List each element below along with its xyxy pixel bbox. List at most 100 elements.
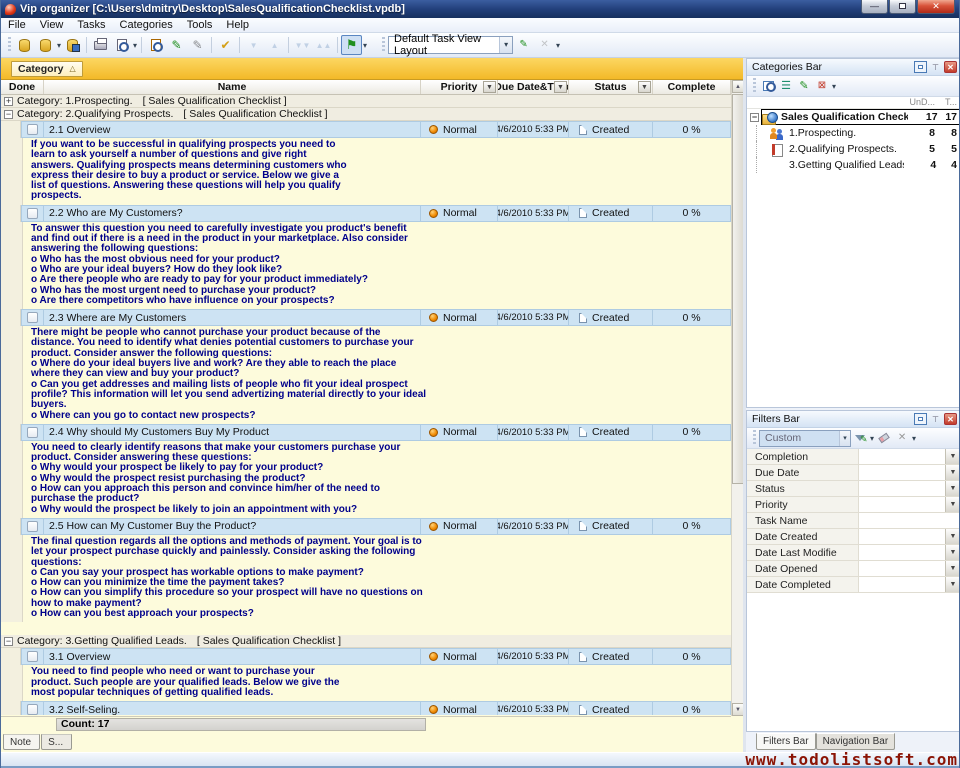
- category-tree-item[interactable]: 1.Prospecting.88: [747, 125, 960, 141]
- filter-dropdown-icon[interactable]: ▼: [945, 497, 960, 512]
- edit-task-button[interactable]: ✎: [166, 35, 187, 55]
- panel-restore-button[interactable]: [914, 61, 927, 73]
- view-dropdown[interactable]: ▾: [362, 41, 368, 50]
- column-filter-dropdown-icon[interactable]: ▼: [638, 81, 651, 93]
- category-group-row[interactable]: −Category: 2.Qualifying Prospects.[ Sale…: [1, 108, 731, 121]
- panel-tab-navigation-bar[interactable]: Navigation Bar: [816, 733, 896, 750]
- task-due-cell[interactable]: 4/6/2010 5:33 PM: [498, 701, 569, 715]
- note-tab-s[interactable]: S...: [41, 734, 72, 750]
- move-down-button[interactable]: ▼: [243, 35, 264, 55]
- column-filter-dropdown-icon[interactable]: ▼: [483, 81, 496, 93]
- task-row[interactable]: 2.4 Why should My Customers Buy My Produ…: [1, 424, 731, 441]
- filter-dropdown-icon[interactable]: ▼: [945, 465, 960, 480]
- task-done-cell[interactable]: [21, 701, 44, 715]
- task-done-checkbox[interactable]: [27, 704, 38, 715]
- task-due-cell[interactable]: 4/6/2010 5:33 PM: [498, 648, 569, 665]
- column-filter-dropdown-icon[interactable]: ▼: [554, 81, 567, 93]
- task-done-cell[interactable]: [21, 205, 44, 222]
- toolbar-drag-handle[interactable]: [753, 78, 756, 94]
- task-done-checkbox[interactable]: [27, 427, 38, 438]
- column-header-due-date-time[interactable]: Due Date&Time▼: [498, 80, 569, 94]
- menu-item-categories[interactable]: Categories: [113, 18, 180, 33]
- customize-view-button[interactable]: ✎: [513, 35, 534, 55]
- move-bottom-button[interactable]: ▼▼: [292, 35, 313, 55]
- task-due-cell[interactable]: 4/6/2010 5:33 PM: [498, 205, 569, 222]
- move-top-button[interactable]: ▲▲: [313, 35, 334, 55]
- task-status-cell[interactable]: Created: [569, 701, 653, 715]
- menu-item-view[interactable]: View: [33, 18, 71, 33]
- task-priority-cell[interactable]: Normal: [421, 309, 498, 326]
- filter-dropdown-icon[interactable]: ▼: [945, 545, 960, 560]
- filter-value-input[interactable]: [859, 529, 945, 544]
- toolbar-drag-handle[interactable]: [382, 37, 385, 53]
- task-complete-cell[interactable]: 0 %: [653, 648, 731, 665]
- toolbar-drag-handle[interactable]: [8, 37, 11, 53]
- open-database-button[interactable]: [35, 35, 56, 55]
- column-header-status[interactable]: Status▼: [569, 80, 653, 94]
- filter-dropdown-icon[interactable]: ▼: [945, 481, 960, 496]
- column-header-complete[interactable]: Complete: [653, 80, 731, 94]
- filter-dropdown-icon[interactable]: ▼: [945, 529, 960, 544]
- minimize-button[interactable]: —: [861, 0, 888, 14]
- task-row[interactable]: 3.2 Self-Seling.Normal4/6/2010 5:33 PMCr…: [1, 701, 731, 715]
- filter-dropdown-icon[interactable]: ▼: [945, 561, 960, 576]
- panel-pin-button[interactable]: ⊤: [929, 413, 942, 425]
- column-header-name[interactable]: Name: [44, 80, 421, 94]
- print-button[interactable]: [90, 35, 111, 55]
- edit-category-button[interactable]: ✎: [795, 78, 813, 94]
- filter-preset-arrow-icon[interactable]: ▾: [839, 431, 850, 446]
- task-priority-cell[interactable]: Normal: [421, 205, 498, 222]
- save-database-button[interactable]: [62, 35, 83, 55]
- group-by-category-button[interactable]: Category △: [11, 61, 83, 77]
- grid-vertical-scrollbar[interactable]: ▲ ▼: [731, 80, 743, 716]
- task-name-cell[interactable]: 2.4 Why should My Customers Buy My Produ…: [44, 424, 421, 441]
- toolbar-overflow-dropdown[interactable]: ▾: [555, 41, 561, 50]
- task-name-cell[interactable]: 3.1 Overview: [44, 648, 421, 665]
- menu-item-file[interactable]: File: [1, 18, 33, 33]
- panel-tab-filters-bar[interactable]: Filters Bar: [756, 733, 816, 750]
- category-tree-item[interactable]: −Sales Qualification Checklist1717: [747, 109, 960, 125]
- task-priority-cell[interactable]: Normal: [421, 424, 498, 441]
- category-group-row[interactable]: −Category: 3.Getting Qualified Leads.[ S…: [1, 635, 731, 648]
- task-due-cell[interactable]: 4/6/2010 5:33 PM: [498, 309, 569, 326]
- filter-preset-combo[interactable]: Custom ▾: [759, 430, 851, 447]
- filter-value-input[interactable]: [859, 449, 945, 464]
- task-name-cell[interactable]: 2.3 Where are My Customers: [44, 309, 421, 326]
- task-status-cell[interactable]: Created: [569, 309, 653, 326]
- panel-restore-button[interactable]: [914, 413, 927, 425]
- print-preview-button[interactable]: [111, 35, 132, 55]
- task-done-cell[interactable]: [21, 424, 44, 441]
- collapse-icon[interactable]: −: [4, 637, 13, 646]
- layout-combo-arrow-icon[interactable]: ▾: [499, 37, 512, 53]
- column-header-priority[interactable]: Priority▼: [421, 80, 498, 94]
- delete-task-button[interactable]: ✎: [187, 35, 208, 55]
- task-done-checkbox[interactable]: [27, 651, 38, 662]
- task-done-checkbox[interactable]: [27, 208, 38, 219]
- panel-close-button[interactable]: ✕: [944, 61, 957, 73]
- filter-value-input[interactable]: [859, 545, 945, 560]
- toolbar-drag-handle[interactable]: [753, 430, 756, 446]
- task-done-cell[interactable]: [21, 121, 44, 138]
- clear-filter-button[interactable]: [875, 430, 893, 446]
- collapse-icon[interactable]: −: [750, 113, 759, 122]
- task-row[interactable]: 2.5 How can My Customer Buy the Product?…: [1, 518, 731, 535]
- task-row[interactable]: 2.1 OverviewNormal4/6/2010 5:33 PMCreate…: [1, 121, 731, 138]
- layout-combo[interactable]: Default Task View Layout ▾: [388, 36, 513, 54]
- delete-category-button[interactable]: ⊠: [813, 78, 831, 94]
- categories-toolbar-dropdown[interactable]: ▾: [831, 82, 837, 91]
- task-due-cell[interactable]: 4/6/2010 5:33 PM: [498, 518, 569, 535]
- task-done-cell[interactable]: [21, 309, 44, 326]
- task-name-cell[interactable]: 3.2 Self-Seling.: [44, 701, 421, 715]
- task-due-cell[interactable]: 4/6/2010 5:33 PM: [498, 424, 569, 441]
- close-button[interactable]: ✕: [917, 0, 955, 14]
- column-header-done[interactable]: Done: [1, 80, 44, 94]
- task-name-cell[interactable]: 2.1 Overview: [44, 121, 421, 138]
- panel-pin-button[interactable]: ⊤: [929, 61, 942, 73]
- filter-value-input[interactable]: [859, 481, 945, 496]
- menu-item-tools[interactable]: Tools: [180, 18, 220, 33]
- task-name-cell[interactable]: 2.5 How can My Customer Buy the Product?: [44, 518, 421, 535]
- task-complete-cell[interactable]: 0 %: [653, 205, 731, 222]
- task-row[interactable]: 3.1 OverviewNormal4/6/2010 5:33 PMCreate…: [1, 648, 731, 665]
- task-complete-cell[interactable]: 0 %: [653, 309, 731, 326]
- task-done-checkbox[interactable]: [27, 312, 38, 323]
